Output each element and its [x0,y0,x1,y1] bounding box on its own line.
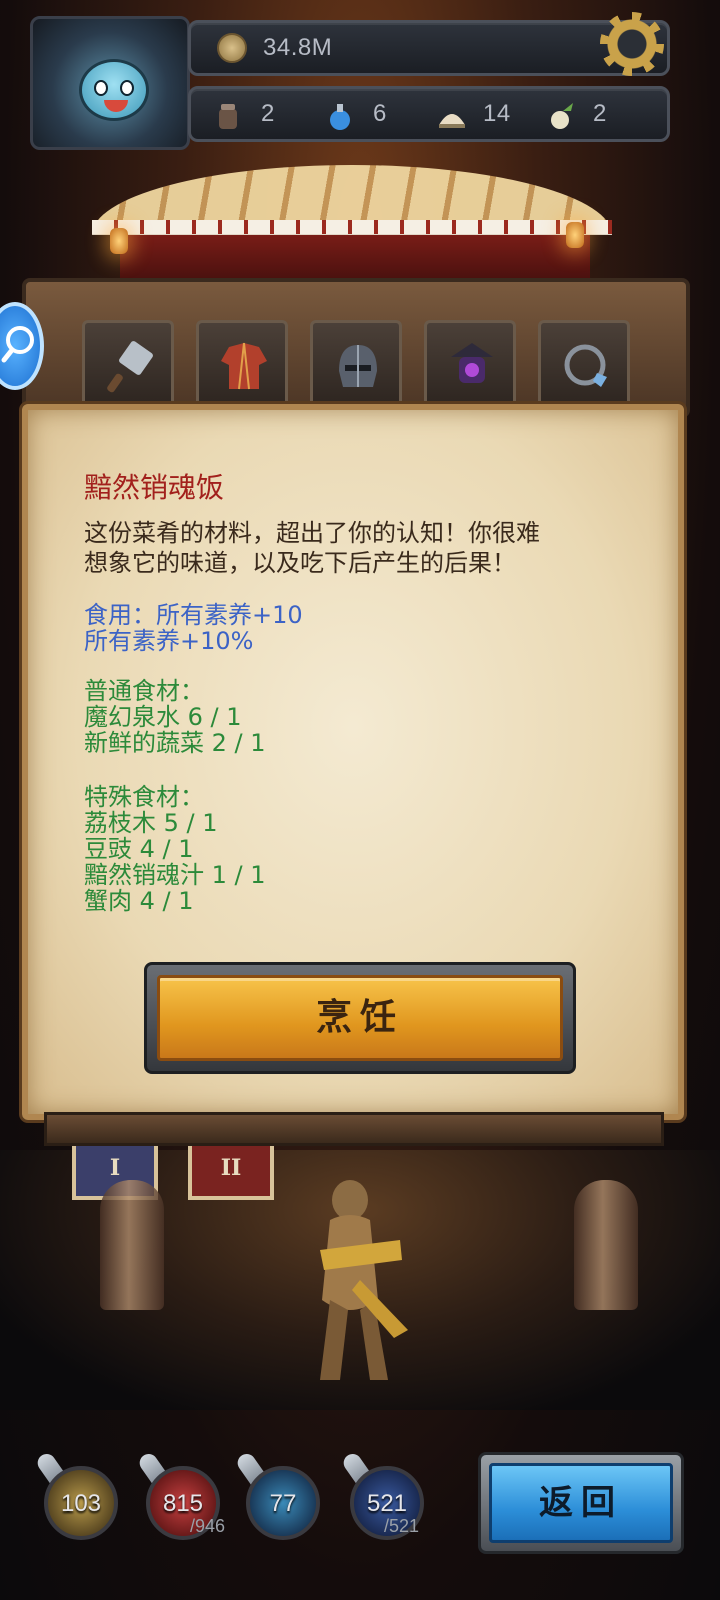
equipment-slot-cleaver[interactable]: ★★★ [82,320,174,413]
stat-max: /946 [190,1516,226,1536]
ingredient-item: 豆豉 4 / 1 [84,835,194,863]
equipment-slot-lantern[interactable]: ★★★★ [424,320,516,413]
potion-icon [330,104,350,130]
ingredient-item: 荔枝木 5 / 1 [84,809,218,837]
stat-orb-yellow[interactable]: 103 [44,1466,118,1540]
player-avatar[interactable] [30,16,190,150]
game-screen: I II 34.8M 2 6 14 2 黯然销魂饭 这份菜肴的材料，超出了你的认… [0,0,720,1600]
panel-bottom-edge [44,1112,664,1146]
cook-button-label: 烹饪 [157,975,563,1061]
description-line: 这份菜肴的材料，超出了你的认知！你很难 [84,519,540,547]
resource-jar-count: 2 [261,100,275,127]
back-button-label: 返回 [489,1463,673,1543]
equipment-slot-ring[interactable]: ★ [538,320,630,413]
back-button[interactable]: 返回 [478,1452,684,1554]
equipment-panel: ★★★ ★★★ ★★★ ★★★★ [22,278,690,418]
lantern-icon [451,343,493,383]
search-icon [1,326,34,363]
stone-pillar [574,1180,638,1310]
rice-pile-icon [439,114,465,128]
dish-description: 这份菜肴的材料，超出了你的认知！你很难 想象它的味道，以及吃下后产生的后果！ [84,518,624,578]
common-ingredients-header: 普通食材： [84,677,204,705]
resource-bar: 2 6 14 2 [188,86,670,142]
wall-lantern-icon [110,228,128,254]
resource-radish-count: 2 [593,100,607,127]
helmet-icon [339,345,377,387]
stat-max: /521 [384,1516,420,1536]
radish-icon [551,103,573,129]
ring-icon [564,344,607,387]
coin-icon [217,33,247,63]
effect-line: 食用：所有素养+10 [84,601,303,629]
avatar-face-icon [79,59,149,121]
awning-trim [92,220,612,234]
stone-pillar [100,1180,164,1310]
special-ingredients-header: 特殊食材： [84,783,204,811]
ingredient-item: 黯然销魂汁 1 / 1 [84,861,266,889]
stat-value: 103 [60,1490,102,1517]
stat-orb-blue[interactable]: 77 [246,1466,320,1540]
description-line: 想象它的味道，以及吃下后产生的后果！ [84,549,516,577]
settings-gear-icon[interactable] [600,12,664,76]
wall-lantern-icon [566,222,584,248]
search-button[interactable] [0,302,44,390]
ingredient-item: 新鲜的蔬菜 2 / 1 [84,729,266,757]
jar-icon [219,104,237,129]
stat-value: 521 [366,1490,408,1517]
avatar-eye [94,80,108,96]
cleaver-icon [107,341,153,393]
avatar-mouth [104,100,128,112]
ingredient-item: 魔幻泉水 6 / 1 [84,703,242,731]
resource-potion-count: 6 [373,100,387,127]
resource-rice-count: 14 [483,100,511,127]
dish-title: 黯然销魂饭 [84,471,225,504]
equipment-slot-robe[interactable]: ★★★ [196,320,288,413]
golden-statue [320,1180,408,1380]
recipe-dialog: 黯然销魂饭 这份菜肴的材料，超出了你的认知！你很难 想象它的味道，以及吃下后产生… [22,404,684,1120]
effect-line: 所有素养+10% [84,627,254,655]
stat-value: 815 [162,1490,204,1517]
equipment-slot-helmet[interactable]: ★★★ [310,320,402,413]
stat-value: 77 [269,1490,297,1517]
robe-icon [221,342,267,390]
ingredient-item: 蟹肉 4 / 1 [84,887,194,915]
avatar-eye [120,80,134,96]
banner-two: II [188,1140,274,1200]
cook-button[interactable]: 烹饪 [144,962,576,1074]
gold-bar: 34.8M [188,20,670,76]
gold-amount: 34.8M [263,34,333,61]
